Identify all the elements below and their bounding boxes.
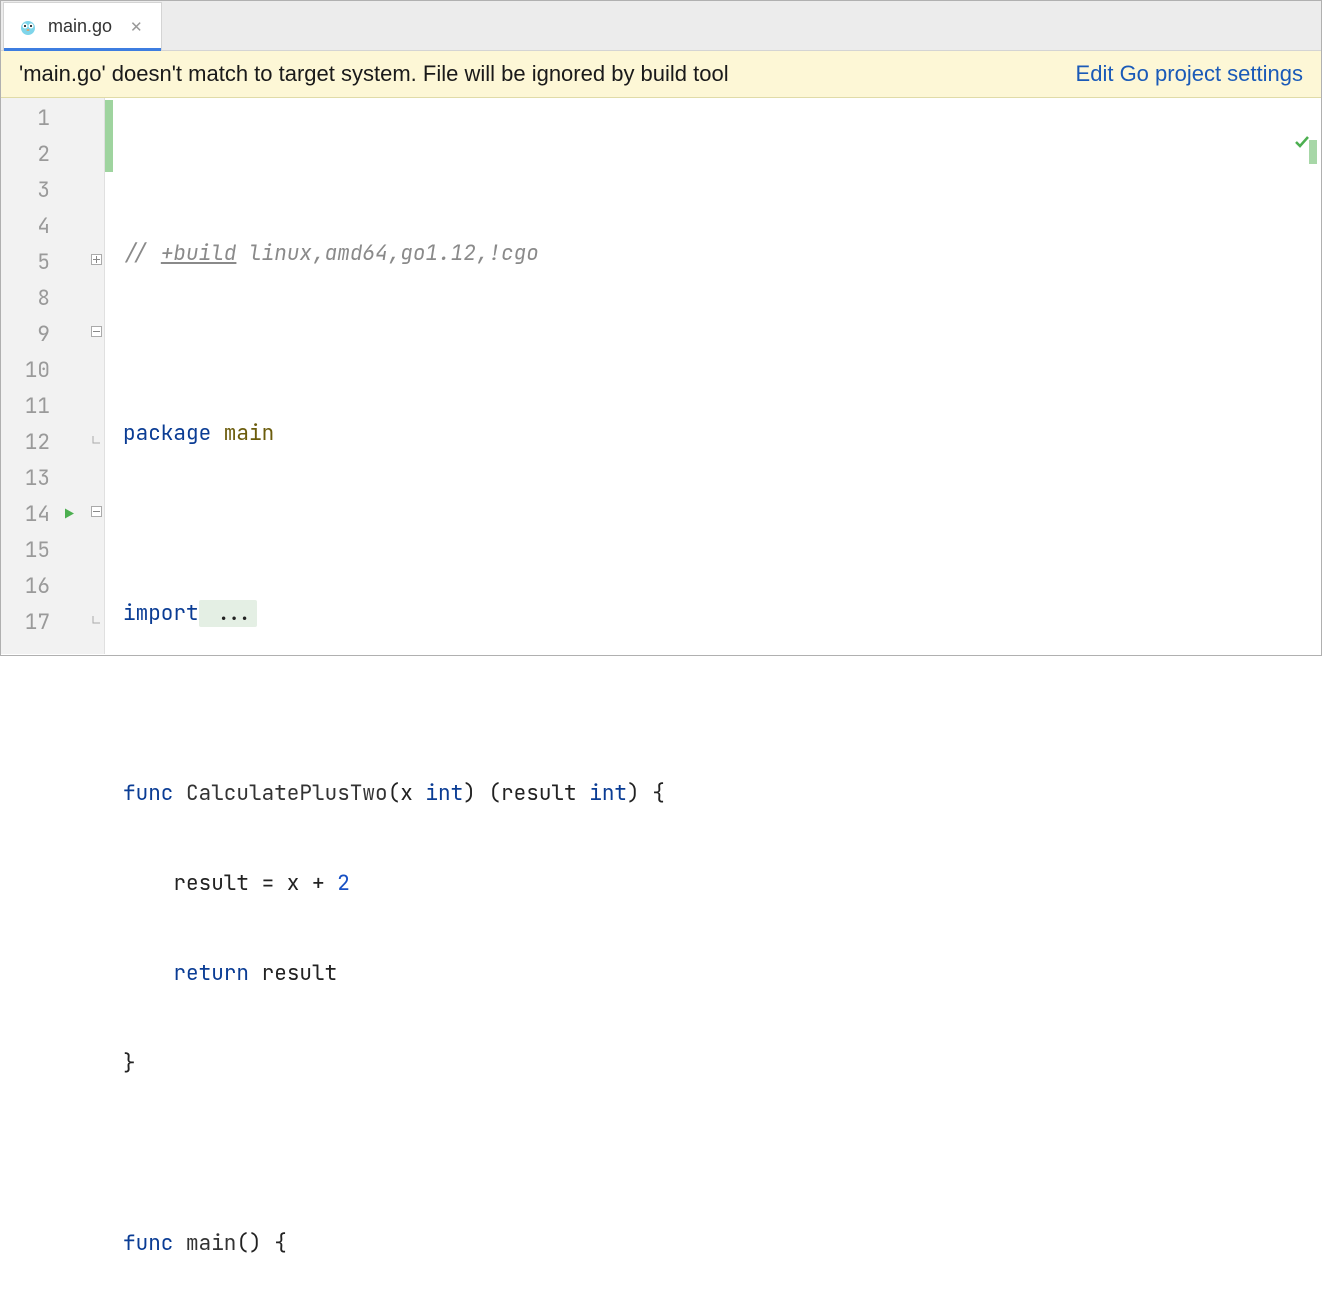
fold-expand-icon[interactable] <box>90 253 102 265</box>
fold-end-icon[interactable] <box>90 613 102 625</box>
code-line[interactable]: return result <box>123 955 1321 991</box>
notification-message: 'main.go' doesn't match to target system… <box>19 61 729 87</box>
code-line[interactable]: import ... <box>123 595 1321 631</box>
scroll-change-marker <box>1309 140 1317 164</box>
code-line[interactable]: // +build linux,amd64,go1.12,!cgo <box>123 235 1321 271</box>
code-line[interactable]: func CalculatePlusTwo(x int) (result int… <box>123 775 1321 811</box>
analysis-ok-icon[interactable] <box>1217 104 1311 185</box>
code-line[interactable]: result = x + 2 <box>123 865 1321 901</box>
code-line[interactable]: } <box>123 1045 1321 1081</box>
editor-tab-main-go[interactable]: main.go ✕ <box>3 2 162 50</box>
folded-region[interactable]: ... <box>199 600 257 627</box>
run-gutter-icon[interactable] <box>62 501 76 528</box>
fold-end-icon[interactable] <box>90 433 102 445</box>
code-line[interactable] <box>123 325 1321 361</box>
code-line[interactable] <box>123 505 1321 541</box>
close-icon[interactable]: ✕ <box>126 16 147 38</box>
fold-collapse-icon[interactable] <box>90 325 102 337</box>
fold-collapse-icon[interactable] <box>90 505 102 517</box>
code-line[interactable]: package main <box>123 415 1321 451</box>
editor-area: 1 2 3 4 5 8 9 10 11 12 13 14 15 16 17 <box>1 98 1321 654</box>
edit-go-settings-link[interactable]: Edit Go project settings <box>1076 61 1303 87</box>
code-line[interactable]: func main() { <box>123 1225 1321 1261</box>
code-line[interactable] <box>123 1135 1321 1171</box>
notification-bar: 'main.go' doesn't match to target system… <box>1 51 1321 98</box>
tab-bar: main.go ✕ <box>1 1 1321 51</box>
fold-column <box>88 98 104 654</box>
gutter: 1 2 3 4 5 8 9 10 11 12 13 14 15 16 17 <box>1 98 105 654</box>
code-line[interactable] <box>123 685 1321 721</box>
tab-label: main.go <box>48 16 112 37</box>
code-editor[interactable]: // +build linux,amd64,go1.12,!cgo packag… <box>105 98 1321 654</box>
go-gopher-icon <box>18 17 38 37</box>
